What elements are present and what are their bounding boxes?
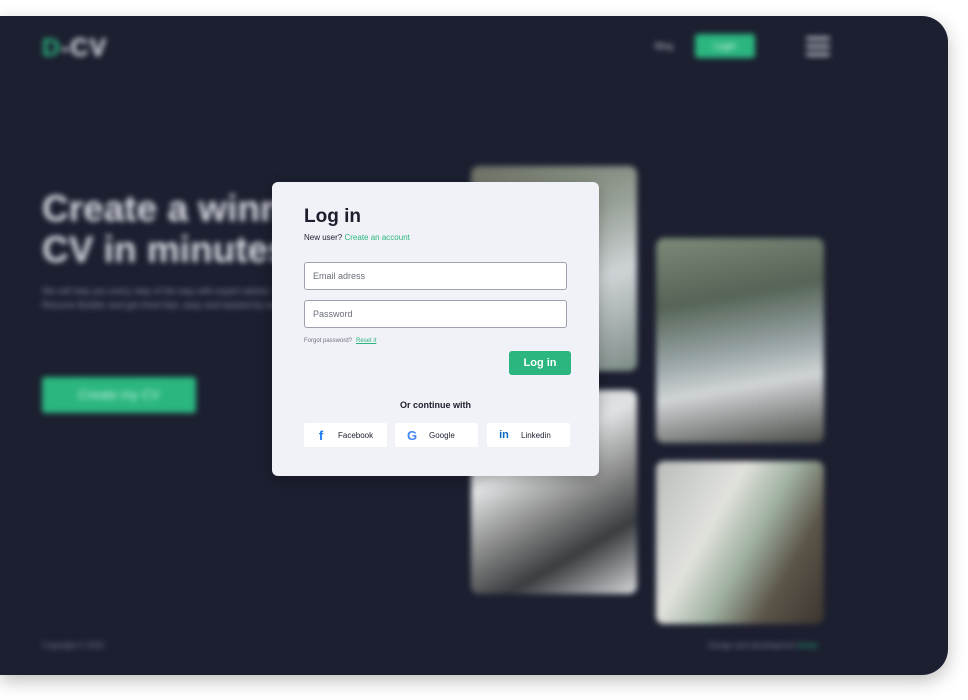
new-user-text: New user? Create an account bbox=[304, 233, 410, 242]
credit-text: Design and development Anna bbox=[708, 641, 817, 650]
google-button[interactable]: G Google bbox=[395, 423, 478, 447]
nav-login-button[interactable]: Login bbox=[695, 34, 755, 58]
reset-link[interactable]: Reset it bbox=[356, 338, 376, 344]
google-label: Google bbox=[429, 430, 455, 440]
credit-link[interactable]: Anna bbox=[798, 641, 817, 650]
nav-link-blog[interactable]: Blog bbox=[655, 41, 673, 51]
menu-icon[interactable] bbox=[806, 37, 830, 57]
logo[interactable]: D-CV bbox=[42, 34, 107, 63]
linkedin-label: Linkedin bbox=[521, 430, 551, 440]
app-window: D-CV Blog Login Create a winning CV in m… bbox=[0, 16, 948, 675]
login-modal: Log in New user? Create an account Forgo… bbox=[272, 182, 599, 476]
password-field[interactable] bbox=[304, 300, 567, 328]
hero-description: We will help you every step of the way w… bbox=[42, 286, 302, 310]
create-cv-button[interactable]: Create my CV bbox=[42, 377, 196, 413]
facebook-icon: f bbox=[318, 427, 324, 443]
office-photo-2 bbox=[656, 238, 824, 443]
office-photo-4 bbox=[656, 461, 824, 624]
login-button[interactable]: Log in bbox=[509, 351, 571, 375]
forgot-password-text: Forgot password? Reset it bbox=[304, 338, 377, 344]
linkedin-icon: in bbox=[499, 429, 509, 441]
modal-title: Log in bbox=[304, 206, 361, 227]
linkedin-button[interactable]: in Linkedin bbox=[487, 423, 570, 447]
copyright-text: Copyright © 2022 bbox=[42, 641, 105, 650]
facebook-label: Facebook bbox=[338, 430, 374, 440]
google-icon: G bbox=[406, 427, 418, 443]
facebook-button[interactable]: f Facebook bbox=[304, 423, 387, 447]
email-field[interactable] bbox=[304, 262, 567, 290]
continue-with-label: Or continue with bbox=[400, 400, 471, 410]
create-account-link[interactable]: Create an account bbox=[344, 233, 409, 242]
